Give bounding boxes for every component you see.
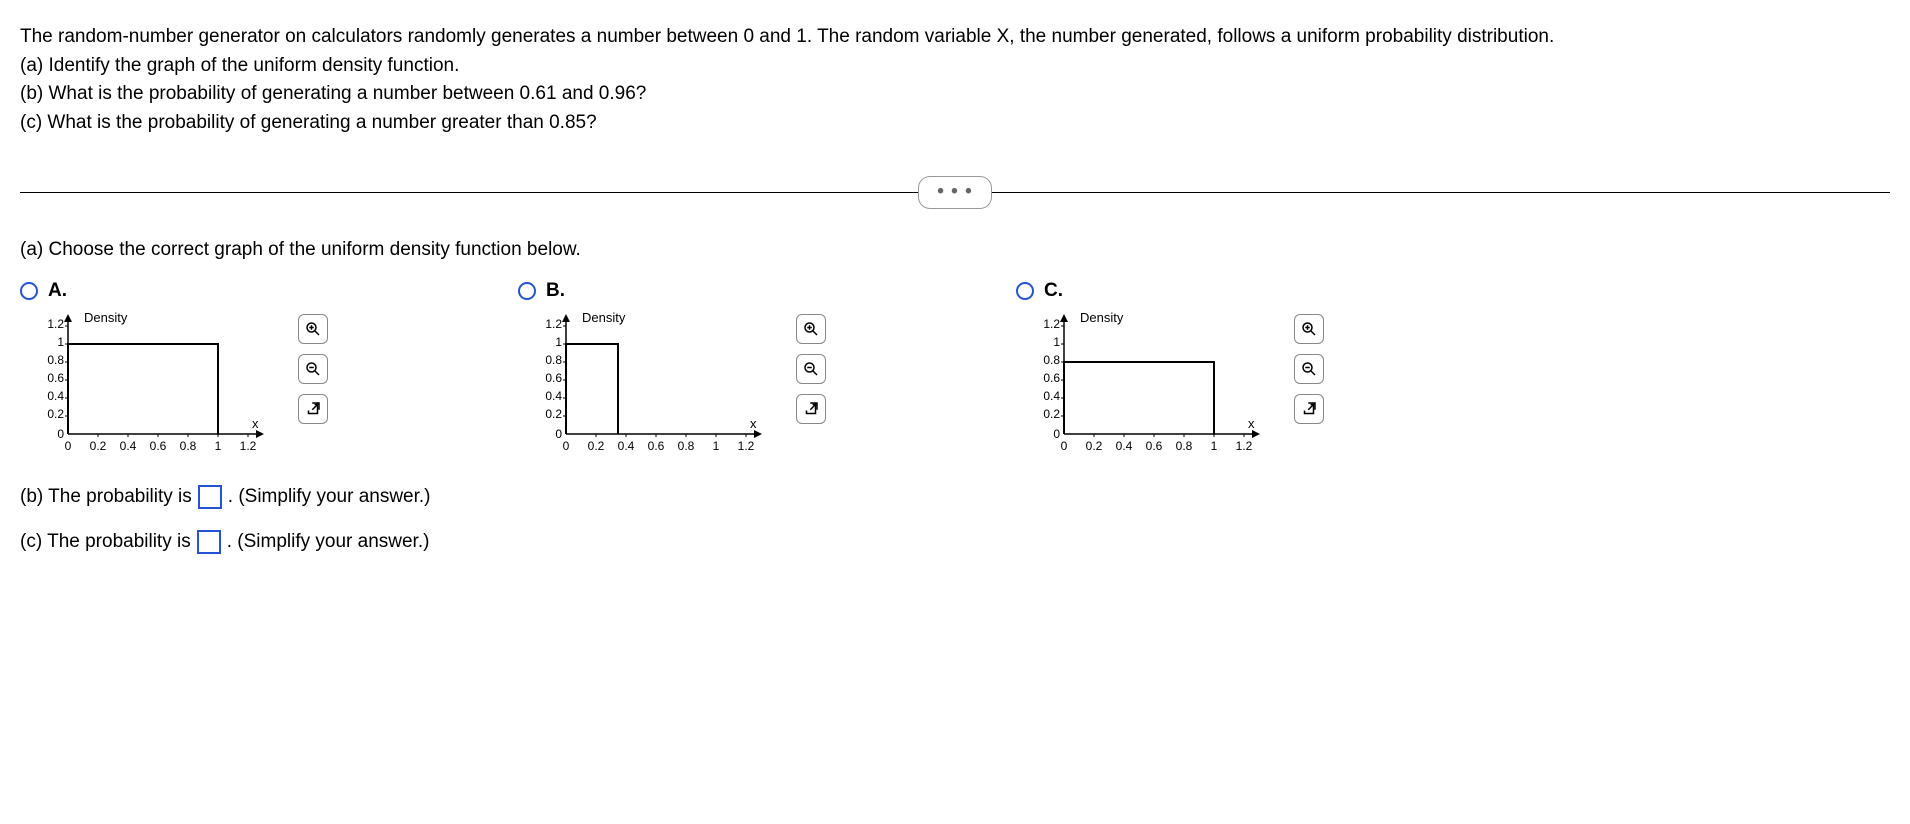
part-b-answer-line: (b) The probability is . (Simplify your … <box>20 484 1890 511</box>
question-intro: The random-number generator on calculato… <box>20 24 1890 51</box>
chart-c: 1.2 1 0.8 0.6 0.4 0.2 0 0 0.2 0.4 0.6 <box>1016 310 1276 460</box>
xtick: 1 <box>713 439 720 453</box>
ytick: 0.2 <box>1043 407 1060 421</box>
option-c: C. 1.2 1 0.8 0.6 0.4 0.2 0 <box>1016 278 1324 461</box>
ytick: 0.8 <box>1043 353 1060 367</box>
zoom-in-icon[interactable] <box>796 314 826 344</box>
chart-a: 1.2 1 0.8 0.6 0.4 0.2 0 <box>20 310 280 460</box>
xtick: 1.2 <box>240 439 257 453</box>
xtick: 1 <box>215 439 222 453</box>
xtick: 1 <box>1211 439 1218 453</box>
ylabel: Density <box>84 310 128 325</box>
zoom-out-icon[interactable] <box>796 354 826 384</box>
ytick: 0.6 <box>47 371 64 385</box>
ytick: 1 <box>555 335 562 349</box>
ytick: 1 <box>57 335 64 349</box>
radio-option-c[interactable] <box>1016 282 1034 300</box>
ylabel: Density <box>1080 310 1124 325</box>
ytick: 0.2 <box>47 407 64 421</box>
xtick: 0.2 <box>90 439 107 453</box>
part-c-prefix: (c) The probability is <box>20 529 191 556</box>
xtick: 0 <box>1061 439 1068 453</box>
question-b: (b) What is the probability of generatin… <box>20 81 1890 108</box>
xtick: 0.6 <box>648 439 665 453</box>
part-b-hint: . (Simplify your answer.) <box>228 484 431 511</box>
xtick: 0 <box>563 439 570 453</box>
xtick: 0.2 <box>1086 439 1103 453</box>
ytick: 1.2 <box>545 317 562 331</box>
zoom-out-icon[interactable] <box>298 354 328 384</box>
part-c-answer-line: (c) The probability is . (Simplify your … <box>20 529 1890 556</box>
xtick: 0.6 <box>1146 439 1163 453</box>
ytick: 1.2 <box>1043 317 1060 331</box>
zoom-in-icon[interactable] <box>1294 314 1324 344</box>
ytick: 0.4 <box>1043 389 1060 403</box>
ytick: 0.6 <box>545 371 562 385</box>
xlabel: x <box>1248 416 1255 431</box>
option-b-label: B. <box>546 278 565 305</box>
part-a-prompt: (a) Choose the correct graph of the unif… <box>20 237 1890 264</box>
ytick: 0 <box>555 427 562 441</box>
popout-icon[interactable] <box>1294 394 1324 424</box>
ytick: 0.6 <box>1043 371 1060 385</box>
xlabel: x <box>750 416 757 431</box>
section-divider: • • • <box>20 176 1890 209</box>
xtick: 0.6 <box>150 439 167 453</box>
xtick: 0.8 <box>678 439 695 453</box>
divider-line <box>20 192 918 193</box>
option-a-label: A. <box>48 278 67 305</box>
ytick: 0.8 <box>47 353 64 367</box>
radio-option-a[interactable] <box>20 282 38 300</box>
option-b: B. 1.2 1 0.8 0.6 0.4 0.2 0 <box>518 278 826 461</box>
chart-b: 1.2 1 0.8 0.6 0.4 0.2 0 0 0.2 0.4 0.6 <box>518 310 778 460</box>
ytick: 0 <box>1053 427 1060 441</box>
xtick: 0.4 <box>1116 439 1133 453</box>
part-b-input[interactable] <box>198 485 222 509</box>
divider-line <box>992 192 1890 193</box>
xtick: 1.2 <box>1236 439 1253 453</box>
option-a: A. 1.2 1 0.8 0.6 0.4 0.2 <box>20 278 328 461</box>
ylabel: Density <box>582 310 626 325</box>
ytick: 0 <box>57 427 64 441</box>
options-row: A. 1.2 1 0.8 0.6 0.4 0.2 <box>20 278 1890 461</box>
expand-dots-button[interactable]: • • • <box>918 176 992 209</box>
xtick: 0.4 <box>120 439 137 453</box>
xtick: 1.2 <box>738 439 755 453</box>
xtick: 0.8 <box>180 439 197 453</box>
part-c-input[interactable] <box>197 530 221 554</box>
zoom-out-icon[interactable] <box>1294 354 1324 384</box>
xtick: 0.8 <box>1176 439 1193 453</box>
xtick: 0.4 <box>618 439 635 453</box>
question-text: The random-number generator on calculato… <box>20 24 1890 136</box>
part-c-hint: . (Simplify your answer.) <box>227 529 430 556</box>
ytick: 0.8 <box>545 353 562 367</box>
xlabel: x <box>252 416 259 431</box>
xtick: 0 <box>65 439 72 453</box>
popout-icon[interactable] <box>796 394 826 424</box>
xtick: 0.2 <box>588 439 605 453</box>
ytick: 0.4 <box>545 389 562 403</box>
popout-icon[interactable] <box>298 394 328 424</box>
option-c-label: C. <box>1044 278 1063 305</box>
question-a: (a) Identify the graph of the uniform de… <box>20 53 1890 80</box>
part-b-prefix: (b) The probability is <box>20 484 192 511</box>
question-c: (c) What is the probability of generatin… <box>20 110 1890 137</box>
ytick: 1.2 <box>47 317 64 331</box>
radio-option-b[interactable] <box>518 282 536 300</box>
ytick: 1 <box>1053 335 1060 349</box>
zoom-in-icon[interactable] <box>298 314 328 344</box>
ytick: 0.4 <box>47 389 64 403</box>
ytick: 0.2 <box>545 407 562 421</box>
